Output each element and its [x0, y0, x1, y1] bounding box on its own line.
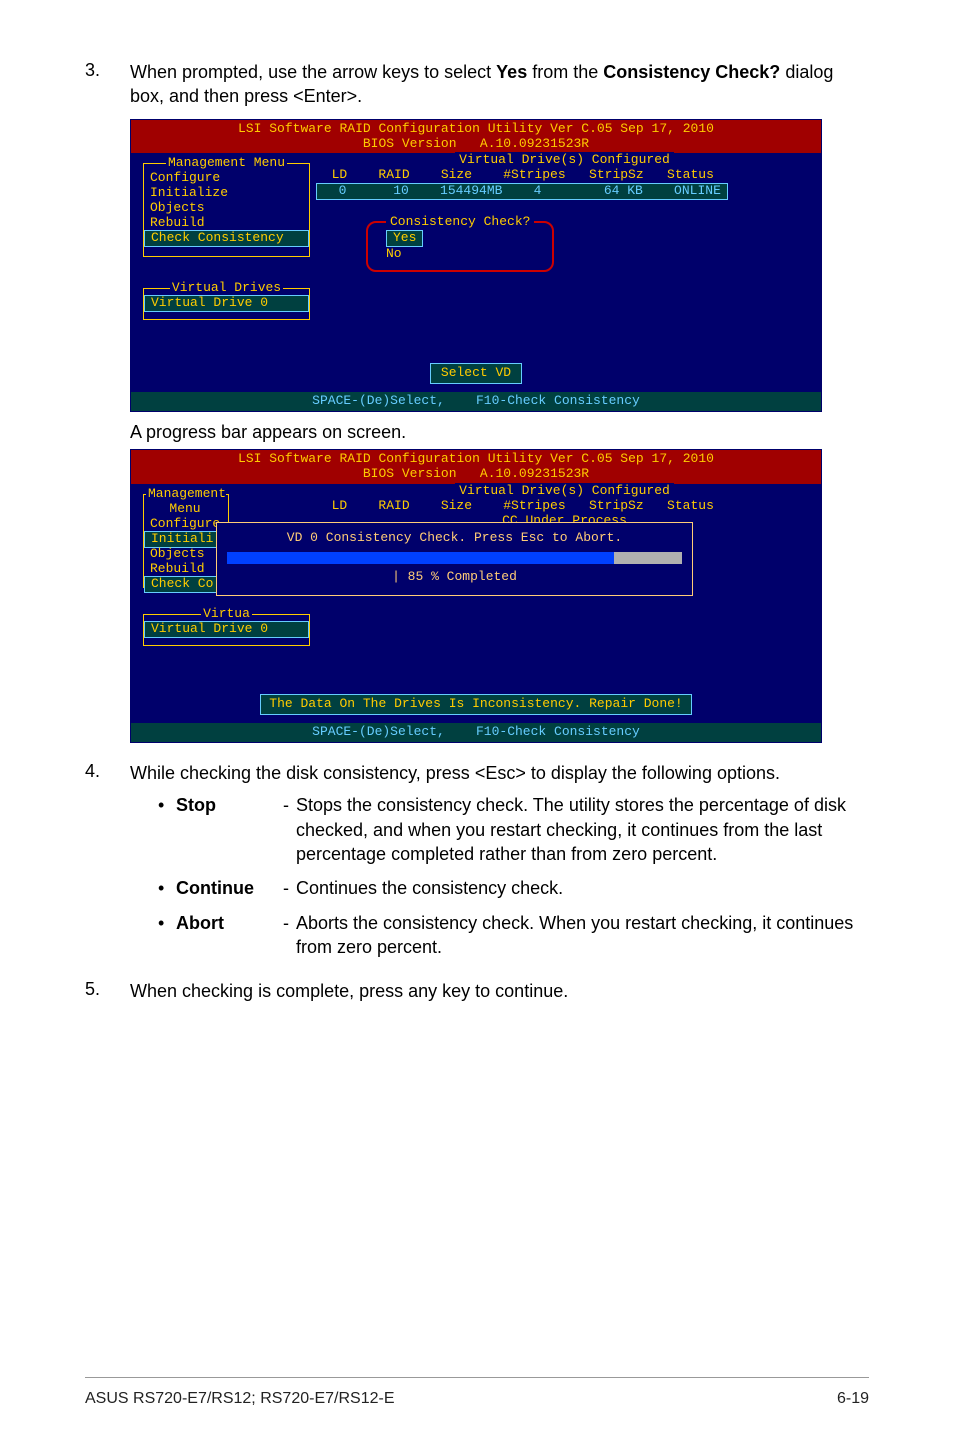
dash-sep: - — [276, 876, 296, 900]
mgmt-initialize: Initialize — [144, 186, 309, 201]
opt-continue-desc: Continues the consistency check. — [296, 876, 869, 900]
vd2-box-title: Virtua — [201, 606, 252, 621]
terminal2-header-l1: LSI Software RAID Configuration Utility … — [238, 451, 714, 466]
vdc-row-0: 0 10 154494MB 4 64 KB ONLINE — [316, 183, 728, 200]
cc-option-yes: Yes — [386, 230, 423, 247]
repair-done-msg: The Data On The Drives Is Inconsistency.… — [260, 694, 691, 715]
terminal2-header: LSI Software RAID Configuration Utility … — [131, 450, 821, 484]
consistency-check-dialog: Consistency Check? Yes No — [366, 221, 554, 272]
terminal-screenshot-1: LSI Software RAID Configuration Utility … — [130, 119, 822, 413]
dash-sep: - — [276, 793, 296, 866]
step3-cc: Consistency Check? — [603, 62, 780, 82]
step3-yes: Yes — [496, 62, 527, 82]
mgmt2-menu-title: Management Menu — [146, 486, 226, 516]
mgmt-configure: Configure — [144, 171, 309, 186]
vd2-item-0: Virtual Drive 0 — [144, 621, 309, 638]
terminal1-header-l2: BIOS Version A.10.09231523R — [363, 136, 589, 151]
progress-bar — [227, 552, 682, 564]
cc-option-no: No — [386, 247, 534, 262]
caption-progress-bar: A progress bar appears on screen. — [130, 422, 869, 443]
opt-stop-desc: Stops the consistency check. The utility… — [296, 793, 869, 866]
step3-text: When prompted, use the arrow keys to sel… — [130, 60, 869, 109]
vdc2-title: Virtual Drive(s) Configured — [455, 483, 674, 498]
terminal1-header: LSI Software RAID Configuration Utility … — [131, 120, 821, 154]
vdc-title: Virtual Drive(s) Configured — [455, 152, 674, 167]
terminal1-header-l1: LSI Software RAID Configuration Utility … — [238, 121, 714, 136]
step3-number: 3. — [85, 60, 130, 109]
step3-text-b: from the — [527, 62, 603, 82]
terminal2-header-l2: BIOS Version A.10.09231523R — [363, 466, 589, 481]
cc-dialog-title: Consistency Check? — [386, 214, 534, 229]
dash-sep: - — [276, 911, 296, 960]
opt-stop-label: Stop — [176, 793, 276, 866]
mgmt-check-consistency: Check Consistency — [144, 230, 309, 247]
step3-text-a: When prompted, use the arrow keys to sel… — [130, 62, 496, 82]
bullet-icon: • — [158, 911, 176, 960]
terminal-screenshot-2: LSI Software RAID Configuration Utility … — [130, 449, 822, 743]
progress-percent: | 85 % Completed — [227, 570, 682, 585]
footer-product: ASUS RS720-E7/RS12; RS720-E7/RS12-E — [85, 1390, 394, 1408]
step4-number: 4. — [85, 761, 130, 969]
opt-abort-label: Abort — [176, 911, 276, 960]
step5-text: When checking is complete, press any key… — [130, 979, 869, 1003]
bullet-icon: • — [158, 793, 176, 866]
vdc-columns: LD RAID Size #Stripes StripSz Status — [316, 168, 813, 183]
step4-text: While checking the disk consistency, pre… — [130, 761, 869, 785]
step5-number: 5. — [85, 979, 130, 1003]
terminal2-footer: SPACE-(De)Select, F10-Check Consistency — [131, 723, 821, 742]
bullet-icon: • — [158, 876, 176, 900]
opt-continue-label: Continue — [176, 876, 276, 900]
opt-abort-desc: Aborts the consistency check. When you r… — [296, 911, 869, 960]
progress-msg: VD 0 Consistency Check. Press Esc to Abo… — [227, 531, 682, 546]
vd-box-title: Virtual Drives — [170, 280, 283, 295]
mgmt-menu-title: Management Menu — [166, 155, 287, 170]
terminal1-footer: SPACE-(De)Select, F10-Check Consistency — [131, 392, 821, 411]
progress-dialog: VD 0 Consistency Check. Press Esc to Abo… — [216, 522, 693, 596]
terminal1-msg-select-vd: Select VD — [430, 363, 522, 384]
footer-page-number: 6-19 — [837, 1390, 869, 1408]
mgmt-objects: Objects — [144, 201, 309, 216]
vd-item-0: Virtual Drive 0 — [144, 295, 309, 312]
vdc2-columns: LD RAID Size #Stripes StripSz Status — [316, 499, 813, 514]
mgmt-rebuild: Rebuild — [144, 216, 309, 231]
